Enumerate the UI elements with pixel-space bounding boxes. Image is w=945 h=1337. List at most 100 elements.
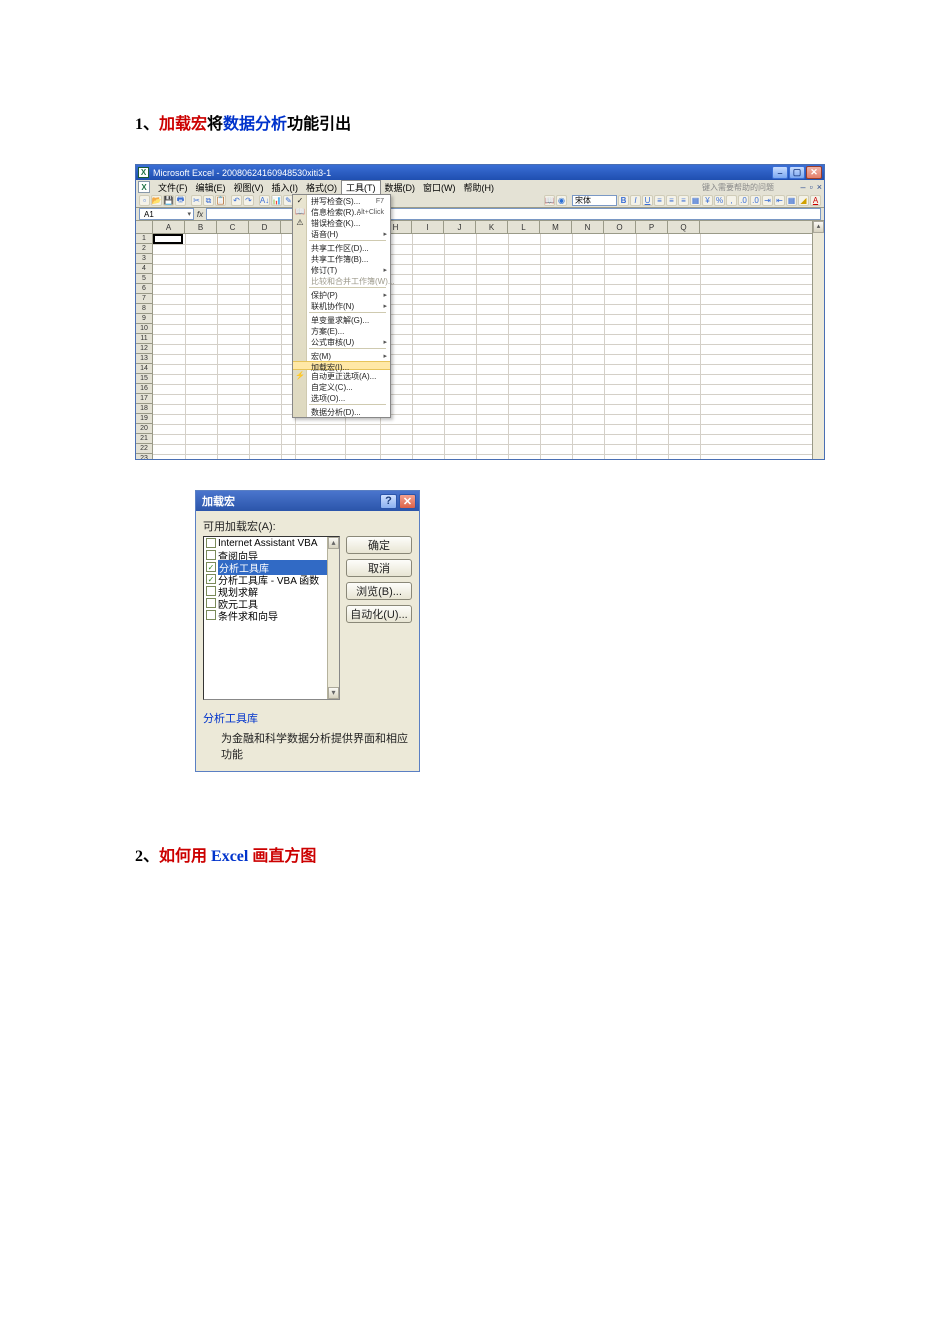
col-header[interactable]: J — [444, 221, 476, 233]
menu-item[interactable]: 修订(T)▸ — [293, 264, 390, 275]
checkbox[interactable]: ✓ — [206, 562, 216, 572]
col-header[interactable]: I — [412, 221, 444, 233]
menu-格式[interactable]: 格式(O) — [302, 180, 341, 194]
checkbox[interactable] — [206, 538, 216, 548]
row-header[interactable]: 1 — [136, 234, 152, 244]
checkbox[interactable] — [206, 610, 216, 620]
namebox-dropdown-icon[interactable]: ▾ — [187, 210, 191, 218]
italic-icon[interactable]: I — [630, 195, 641, 206]
cell-grid[interactable] — [153, 234, 812, 459]
row-header[interactable]: 11 — [136, 334, 152, 344]
col-header[interactable]: D — [249, 221, 281, 233]
vertical-scrollbar[interactable]: ▴ — [812, 221, 824, 459]
dialog-help-button[interactable]: ? — [380, 494, 397, 509]
fill-color-icon[interactable]: ◢ — [798, 195, 809, 206]
row-header[interactable]: 15 — [136, 374, 152, 384]
row-header[interactable]: 21 — [136, 434, 152, 444]
col-header[interactable]: M — [540, 221, 572, 233]
automation-button[interactable]: 自动化(U)... — [346, 605, 412, 623]
underline-icon[interactable]: U — [642, 195, 653, 206]
listbox-scrollbar[interactable]: ▴ ▾ — [327, 537, 339, 699]
copy-icon[interactable]: ⧉ — [203, 195, 214, 206]
scroll-up-icon[interactable]: ▴ — [813, 221, 824, 233]
menu-item[interactable]: 联机协作(N)▸ — [293, 300, 390, 311]
row-header[interactable]: 18 — [136, 404, 152, 414]
sort-asc-icon[interactable]: A↓ — [259, 195, 270, 206]
redo-icon[interactable]: ↷ — [243, 195, 254, 206]
wb-close[interactable]: × — [817, 182, 822, 192]
inc-decimal-icon[interactable]: .0 — [738, 195, 749, 206]
list-scroll-up-icon[interactable]: ▴ — [328, 537, 339, 549]
col-header[interactable]: B — [185, 221, 217, 233]
menu-item[interactable]: 数据分析(D)... — [293, 406, 390, 417]
inc-indent-icon[interactable]: ⇥ — [762, 195, 773, 206]
col-header[interactable]: P — [636, 221, 668, 233]
menu-item[interactable]: 保护(P)▸ — [293, 289, 390, 300]
addins-listbox[interactable]: Internet Assistant VBA查阅向导✓分析工具库✓分析工具库 -… — [203, 536, 340, 700]
menu-窗口[interactable]: 窗口(W) — [419, 180, 460, 194]
row-header[interactable]: 14 — [136, 364, 152, 374]
borders-icon[interactable]: ▦ — [786, 195, 797, 206]
name-box[interactable]: A1 ▾ — [139, 208, 194, 220]
col-header[interactable]: O — [604, 221, 636, 233]
row-header[interactable]: 17 — [136, 394, 152, 404]
percent-icon[interactable]: % — [714, 195, 725, 206]
wb-restore[interactable]: ▫ — [810, 182, 813, 192]
menu-视图[interactable]: 视图(V) — [230, 180, 268, 194]
menu-item[interactable]: 信息检索(R)...📖Alt+Click — [293, 206, 390, 217]
research-icon[interactable]: 📖 — [544, 195, 555, 206]
menu-item[interactable]: 语音(H)▸ — [293, 228, 390, 239]
menu-数据[interactable]: 数据(D) — [381, 180, 420, 194]
font-color-icon[interactable]: A — [810, 195, 821, 206]
checkbox[interactable] — [206, 586, 216, 596]
menu-item[interactable]: 加载宏(I)... — [293, 361, 390, 370]
menu-item[interactable]: 方案(E)... — [293, 325, 390, 336]
menu-帮助[interactable]: 帮助(H) — [460, 180, 499, 194]
menu-item[interactable]: 单变量求解(G)... — [293, 314, 390, 325]
row-header[interactable]: 22 — [136, 444, 152, 454]
row-header[interactable]: 6 — [136, 284, 152, 294]
select-all-corner[interactable] — [136, 221, 152, 234]
row-header[interactable]: 4 — [136, 264, 152, 274]
open-icon[interactable]: 📂 — [151, 195, 162, 206]
help-icon[interactable]: ◉ — [556, 195, 567, 206]
font-selector[interactable]: 宋体 — [572, 195, 617, 206]
row-header[interactable]: 23 — [136, 454, 152, 459]
row-header[interactable]: 19 — [136, 414, 152, 424]
list-scroll-down-icon[interactable]: ▾ — [328, 687, 339, 699]
col-header[interactable]: K — [476, 221, 508, 233]
col-header[interactable]: Q — [668, 221, 700, 233]
row-header[interactable]: 12 — [136, 344, 152, 354]
fx-label[interactable]: fx — [194, 210, 206, 219]
row-header[interactable]: 20 — [136, 424, 152, 434]
menu-插入[interactable]: 插入(I) — [268, 180, 303, 194]
ok-button[interactable]: 确定 — [346, 536, 412, 554]
row-header[interactable]: 2 — [136, 244, 152, 254]
undo-icon[interactable]: ↶ — [231, 195, 242, 206]
menu-item[interactable]: 宏(M)▸ — [293, 350, 390, 361]
bold-icon[interactable]: B — [618, 195, 629, 206]
browse-button[interactable]: 浏览(B)... — [346, 582, 412, 600]
menu-item[interactable]: 共享工作簿(B)... — [293, 253, 390, 264]
checkbox[interactable] — [206, 550, 216, 560]
align-left-icon[interactable]: ≡ — [654, 195, 665, 206]
menu-item[interactable]: 选项(O)... — [293, 392, 390, 403]
menu-编辑[interactable]: 编辑(E) — [192, 180, 230, 194]
paste-icon[interactable]: 📋 — [215, 195, 226, 206]
close-button[interactable]: ✕ — [806, 166, 822, 179]
checkbox[interactable] — [206, 598, 216, 608]
dialog-close-button[interactable]: ✕ — [399, 494, 416, 509]
menu-item[interactable]: 共享工作区(D)... — [293, 242, 390, 253]
maximize-button[interactable]: ▢ — [789, 166, 805, 179]
align-right-icon[interactable]: ≡ — [678, 195, 689, 206]
chart-icon[interactable]: 📊 — [271, 195, 282, 206]
row-header[interactable]: 10 — [136, 324, 152, 334]
currency-icon[interactable]: ¥ — [702, 195, 713, 206]
menu-文件[interactable]: 文件(F) — [154, 180, 192, 194]
col-header[interactable]: A — [153, 221, 185, 233]
addin-item[interactable]: 条件求和向导 — [204, 609, 339, 621]
col-header[interactable]: L — [508, 221, 540, 233]
row-header[interactable]: 9 — [136, 314, 152, 324]
menu-item[interactable]: 拼写检查(S)...✓F7 — [293, 195, 390, 206]
col-header[interactable]: N — [572, 221, 604, 233]
